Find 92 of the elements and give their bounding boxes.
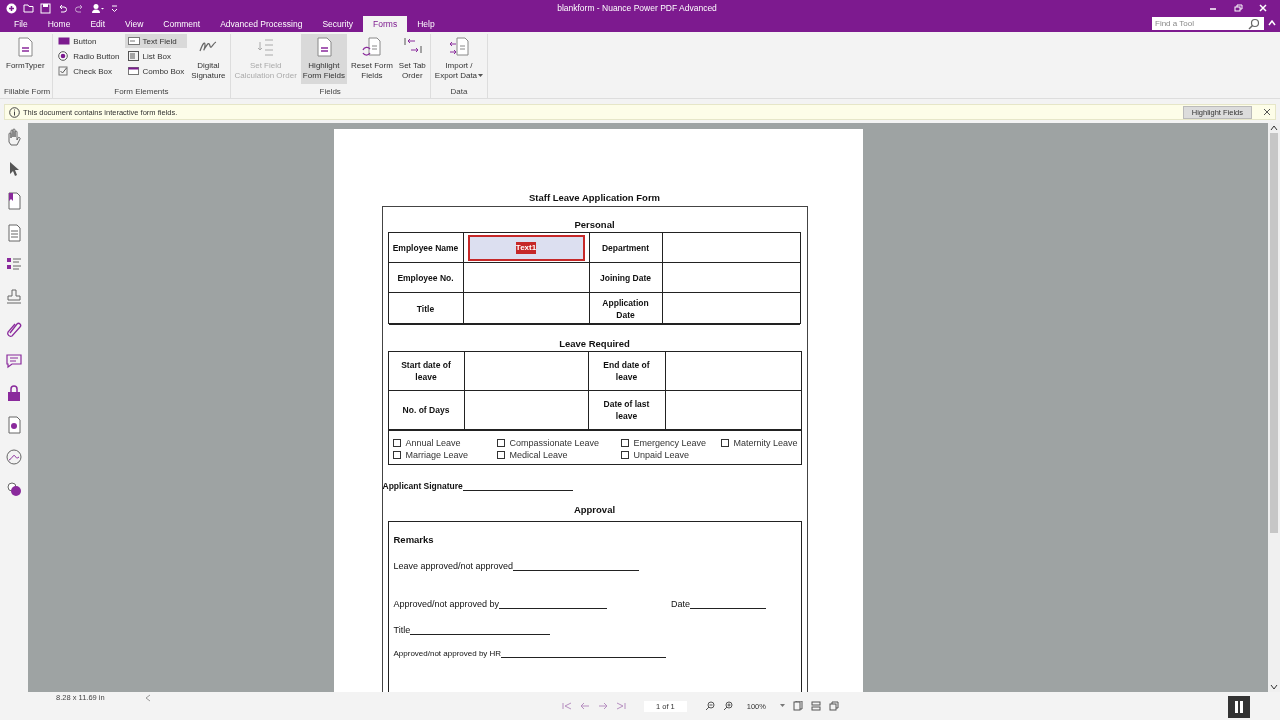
group-label: Fields: [318, 87, 342, 98]
group-label: Data: [449, 87, 469, 98]
undo-icon[interactable]: [57, 2, 68, 14]
ribbon-button[interactable]: Highlight Form Fields: [300, 34, 348, 84]
continuous-icon[interactable]: [810, 701, 821, 711]
ribbon-button[interactable]: Reset Form Fields: [349, 34, 395, 84]
menu-tab[interactable]: Forms: [363, 16, 408, 32]
pause-icon: [1234, 701, 1244, 713]
checkbox[interactable]: [496, 451, 505, 459]
form-label: Date: [671, 599, 691, 609]
layers-icon[interactable]: [4, 479, 24, 499]
checkbox[interactable]: [620, 451, 629, 459]
checkbox[interactable]: [496, 439, 505, 447]
table-cell: Date of last leave: [588, 391, 666, 430]
save-icon[interactable]: [40, 2, 51, 14]
checkbox-option[interactable]: Unpaid Leave: [620, 450, 721, 460]
combo-box-icon: [127, 66, 140, 76]
menu-tab[interactable]: Advanced Processing: [210, 16, 313, 32]
list-icon: [127, 51, 140, 61]
info-icon: [9, 106, 20, 118]
fit-page-icon[interactable]: [828, 701, 839, 711]
ribbon-button[interactable]: List Box: [124, 49, 188, 63]
table-cell: Title: [388, 293, 464, 325]
ribbon-button[interactable]: Combo Box: [124, 64, 188, 78]
section-heading: Personal: [573, 219, 616, 230]
text-field[interactable]: Text1: [467, 234, 585, 261]
table-cell: Employee Name: [388, 233, 464, 263]
table-cell: Application Date: [589, 293, 663, 325]
menu-tab[interactable]: Security: [312, 16, 364, 32]
form-label: Approved/not approved by: [393, 599, 500, 609]
group-label: Fillable Form: [4, 87, 51, 98]
checkbox[interactable]: [392, 439, 401, 447]
table-cell: Employee No.: [388, 263, 464, 293]
signature-label: Applicant Signature: [382, 481, 463, 491]
checkbox-option[interactable]: Emergency Leave: [620, 438, 721, 448]
zoom-out-icon[interactable]: [704, 701, 715, 711]
table-cell: Department: [589, 233, 663, 263]
redo-icon[interactable]: [74, 2, 85, 14]
form-label: Leave approved/not approved: [393, 561, 514, 571]
button-icon: [58, 36, 71, 46]
menu-tab[interactable]: Home: [37, 16, 81, 32]
restore-icon[interactable]: [1233, 3, 1243, 13]
pause-button[interactable]: [1228, 696, 1250, 718]
form-title: Staff Leave Application Form: [527, 192, 662, 203]
zoom-in-icon[interactable]: [722, 701, 733, 711]
checkbox-option[interactable]: Annual Leave: [392, 438, 497, 448]
user-icon[interactable]: [91, 2, 105, 14]
menu-tab[interactable]: File: [4, 16, 38, 32]
close-icon[interactable]: [1263, 108, 1271, 116]
section-heading: Leave Required: [558, 338, 631, 349]
table-cell: Start date of leave: [388, 352, 465, 391]
checkbox-icon: [58, 66, 71, 76]
menu-tab[interactable]: Edit: [80, 16, 116, 32]
document-icon: [360, 36, 383, 58]
folder-icon[interactable]: [23, 2, 34, 14]
menu-tab[interactable]: View: [115, 16, 154, 32]
radio-icon: [58, 51, 71, 61]
scroll-bar[interactable]: [1268, 123, 1280, 692]
menu-tab[interactable]: Comment: [153, 16, 211, 32]
comment-icon[interactable]: [4, 351, 24, 371]
text-field-icon: [127, 36, 140, 46]
table-cell: Joining Date: [589, 263, 663, 293]
menu-tab[interactable]: Help: [407, 16, 445, 32]
group-label: Form Elements: [113, 87, 170, 98]
ribbon-button[interactable]: Set Tab Order: [396, 34, 428, 84]
ribbon-button[interactable]: Check Box: [55, 64, 123, 78]
checkbox-option[interactable]: Medical Leave: [496, 450, 621, 460]
form-label: Title: [393, 625, 411, 635]
signature-icon[interactable]: [4, 447, 24, 467]
checkbox[interactable]: [392, 451, 401, 459]
section-heading: Approval: [572, 504, 617, 515]
caret-icon[interactable]: [779, 704, 785, 708]
window-title: blankform - Nuance Power PDF Advanced: [556, 3, 718, 13]
table-cell: No. of Days: [388, 391, 465, 430]
single-page-icon[interactable]: [792, 701, 803, 711]
remarks-label: Remarks: [393, 534, 435, 545]
checkbox-option[interactable]: Marriage Leave: [392, 450, 497, 460]
search-icon: [1248, 17, 1260, 30]
ribbon-button[interactable]: Text Field: [124, 34, 188, 48]
form-label: Approved/not approved by HR: [393, 649, 502, 658]
document-icon: [447, 36, 470, 58]
checkbox-option[interactable]: Compassionate Leave: [496, 438, 621, 448]
ribbon-button[interactable]: FormTyper: [4, 34, 47, 84]
checkbox-option[interactable]: Maternity Leave: [720, 438, 798, 448]
ribbon-button[interactable]: Import / Export Data: [432, 34, 486, 84]
ribbon-button[interactable]: Digital Signature: [189, 34, 228, 84]
checkbox[interactable]: [720, 439, 729, 447]
checkbox[interactable]: [620, 439, 629, 447]
table-cell: End date of leave: [588, 352, 666, 391]
customize-icon[interactable]: [111, 2, 118, 14]
ribbon-button[interactable]: Button: [55, 34, 123, 48]
ribbon-button[interactable]: Radio Button: [55, 49, 123, 63]
